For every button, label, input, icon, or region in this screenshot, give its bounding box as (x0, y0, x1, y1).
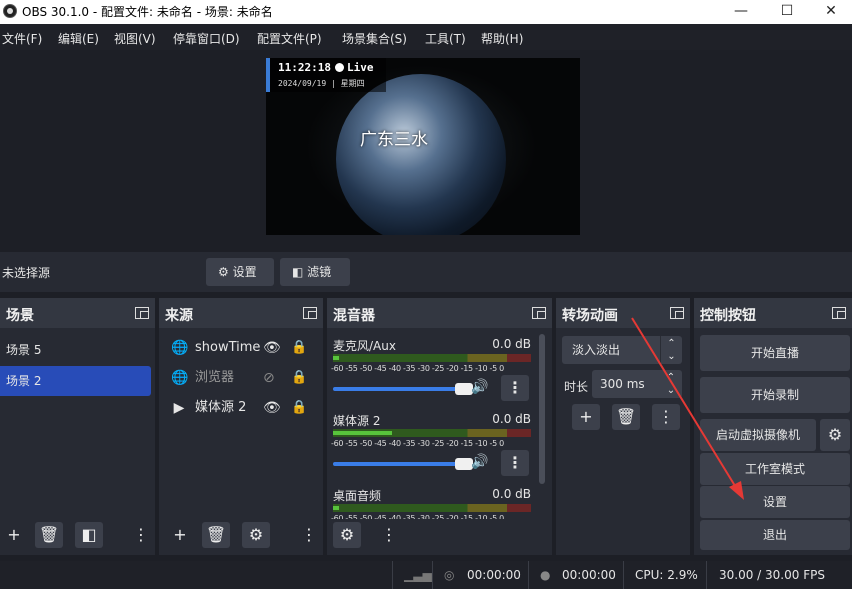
recording-icon: ● (540, 568, 551, 582)
status-bar: ▁▃▅ ◎ 00:00:00 ● 00:00:00 CPU: 2.9% 30.0… (0, 561, 852, 589)
streaming-icon: ◎ (444, 568, 455, 582)
network-bars-icon: ▁▃▅ (404, 568, 432, 582)
annotation-arrow (631, 317, 744, 500)
fps-counter: 30.00 / 30.00 FPS (719, 568, 825, 582)
record-timer: 00:00:00 (562, 568, 616, 582)
stream-timer: 00:00:00 (467, 568, 521, 582)
cpu-usage: CPU: 2.9% (635, 568, 698, 582)
